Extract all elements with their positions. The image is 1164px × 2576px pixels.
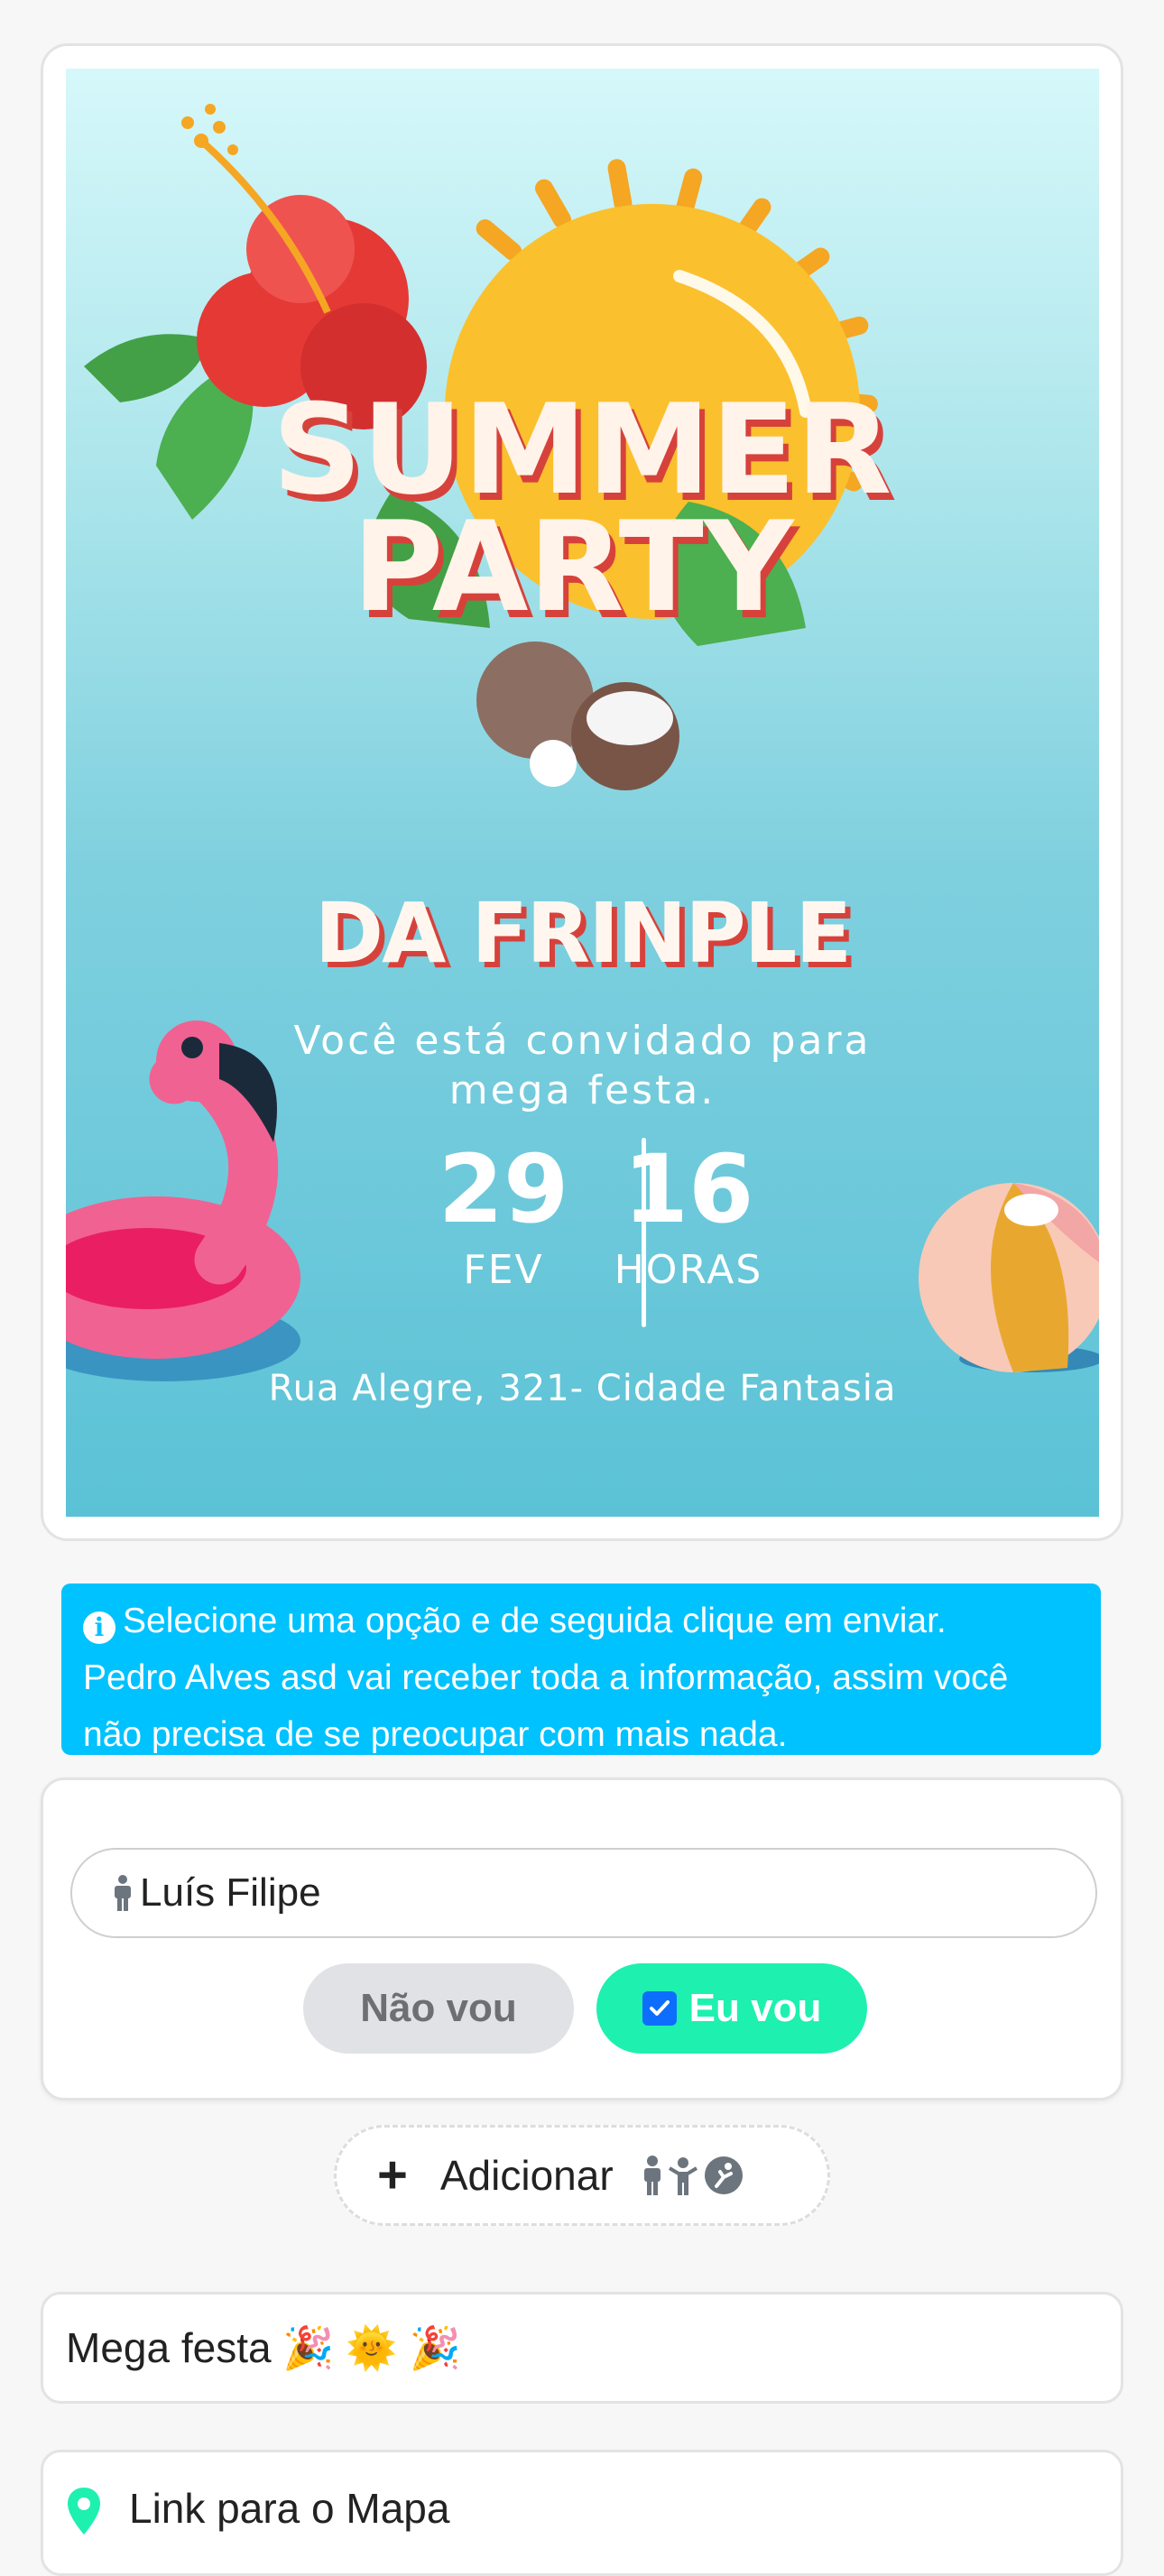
event-hour: 16 HORAS xyxy=(607,1134,770,1294)
map-link-label: Link para o Mapa xyxy=(129,2485,450,2532)
title-line2: PARTY xyxy=(352,494,795,640)
info-line1: i Selecione uma opção e de seguida clique… xyxy=(83,1593,1079,1649)
event-description: Mega festa 🎉 🌞 🎉 xyxy=(41,2292,1123,2404)
guest-name-field[interactable]: Luís Filipe xyxy=(70,1848,1097,1938)
plus-icon: + xyxy=(377,2146,408,2204)
accept-checkbox[interactable] xyxy=(642,1991,677,2026)
hour-number: 16 xyxy=(623,1134,754,1244)
month-label: FEV xyxy=(463,1247,544,1293)
guest-type-icons xyxy=(642,2156,749,2195)
person-icon xyxy=(115,1875,131,1911)
description-text: Mega festa 🎉 🌞 🎉 xyxy=(66,2323,461,2371)
accept-button[interactable]: Eu vou xyxy=(596,1963,867,2054)
check-icon xyxy=(649,2000,670,2016)
baby-icon xyxy=(704,2156,743,2194)
map-pin-icon xyxy=(68,2488,100,2534)
info-banner: i Selecione uma opção e de seguida clique… xyxy=(61,1583,1101,1755)
event-address: Rua Alegre, 321- Cidade Fantasia xyxy=(268,1368,897,1409)
beach-ball xyxy=(919,1183,1099,1372)
event-date-time: 29 FEV 16 HORAS xyxy=(422,1138,765,1332)
invitation-poster: SUMMER SUMMER PARTY PARTY DA FRINPLE Voc… xyxy=(66,69,1099,1517)
hour-label: HORAS xyxy=(614,1247,763,1293)
host-name: DA FRINPLE xyxy=(314,885,852,982)
event-day: 29 FEV xyxy=(422,1134,585,1294)
accept-label: Eu vou xyxy=(688,1986,822,2030)
day-number: 29 xyxy=(438,1134,569,1244)
info-line2: Pedro Alves asd vai receber toda a infor… xyxy=(83,1658,1009,1697)
rsvp-card: Luís Filipe Não vou Eu vou xyxy=(41,1777,1123,2101)
decline-label: Não vou xyxy=(360,1986,517,2030)
invite-message-line2: mega festa. xyxy=(448,1067,716,1113)
add-guest-button[interactable]: + Adicionar xyxy=(334,2125,830,2226)
add-guest-label: Adicionar xyxy=(439,2152,614,2199)
info-icon: i xyxy=(83,1611,115,1644)
summer-party-title: SUMMER SUMMER PARTY PARTY xyxy=(273,377,898,647)
decline-button[interactable]: Não vou xyxy=(303,1963,574,2054)
invite-message-line1: Você está convidado para xyxy=(293,1018,872,1064)
child-icon xyxy=(668,2157,697,2195)
map-link[interactable]: Link para o Mapa xyxy=(41,2450,1123,2576)
info-line3: não precisa de se preocupar com mais nad… xyxy=(83,1715,788,1754)
adult-icon xyxy=(643,2156,661,2195)
invitation-card: SUMMER SUMMER PARTY PARTY DA FRINPLE Voc… xyxy=(41,43,1123,1541)
guest-name-value: Luís Filipe xyxy=(140,1870,321,1915)
info-line1-text: Selecione uma opção e de seguida clique … xyxy=(123,1602,947,1640)
